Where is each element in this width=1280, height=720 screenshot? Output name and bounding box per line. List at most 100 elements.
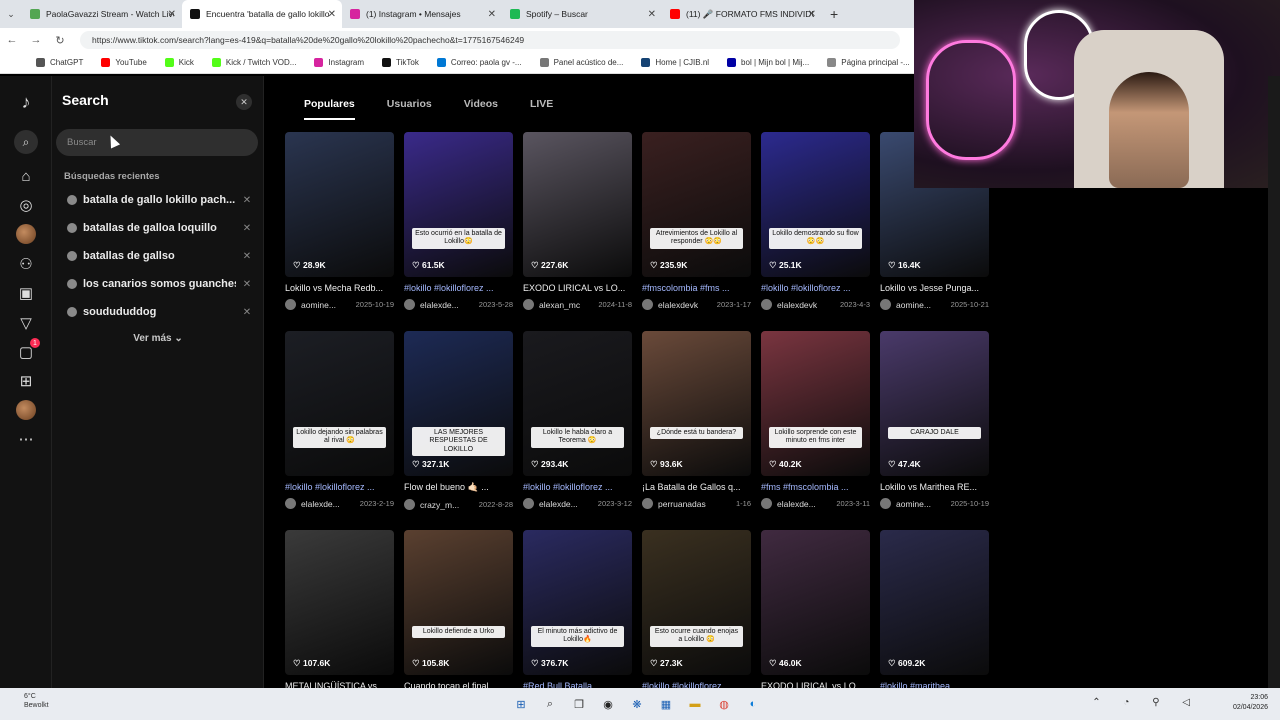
- bookmark-item[interactable]: ChatGPT: [36, 58, 83, 67]
- url-field[interactable]: https://www.tiktok.com/search?lang=es-41…: [80, 31, 900, 49]
- author-avatar[interactable]: [761, 299, 772, 310]
- search-input[interactable]: [56, 129, 258, 156]
- author-avatar[interactable]: [285, 299, 296, 310]
- video-card[interactable]: ♡ 609.2K #lokillo #marithea...: [880, 530, 989, 691]
- author-avatar[interactable]: [880, 299, 891, 310]
- author-name[interactable]: aomine...: [301, 300, 336, 310]
- video-thumbnail[interactable]: Esto ocurrió en la batalla de Lokillo😳 ♡ …: [404, 132, 513, 277]
- upload-icon[interactable]: ⊞: [16, 371, 36, 391]
- bookmark-item[interactable]: Kick / Twitch VOD...: [211, 58, 296, 67]
- system-tray[interactable]: ⌃ ◔ ⚲ ◁: [1092, 697, 1200, 708]
- tab-close-icon[interactable]: ✕: [488, 9, 496, 20]
- bookmark-item[interactable]: bol | Mijn bol | Mij...: [727, 58, 809, 67]
- bookmark-item[interactable]: Kick: [164, 58, 194, 67]
- recent-search-item[interactable]: los canarios somos guanches ✕: [52, 272, 264, 296]
- following-avatar-icon[interactable]: [16, 224, 36, 244]
- video-thumbnail[interactable]: ♡ 227.6K: [523, 132, 632, 277]
- author-avatar[interactable]: [523, 498, 534, 509]
- tab-close-icon[interactable]: ✕: [328, 9, 336, 20]
- page-scrollbar[interactable]: [1268, 76, 1280, 688]
- author-name[interactable]: elalexde...: [420, 300, 459, 310]
- author-avatar[interactable]: [285, 498, 296, 509]
- video-title[interactable]: Flow del bueno 🤙🏻 ...: [404, 482, 513, 493]
- back-icon[interactable]: ←: [0, 34, 24, 46]
- task-view-icon[interactable]: ❐: [570, 695, 588, 713]
- tab-close-icon[interactable]: ✕: [648, 9, 656, 20]
- bookmark-item[interactable]: Panel acústico de...: [539, 58, 623, 67]
- video-title[interactable]: Lokillo vs Marithea RE...: [880, 482, 989, 492]
- video-thumbnail[interactable]: Esto ocurre cuando enojas a Lokillo 😳 ♡ 2…: [642, 530, 751, 675]
- video-thumbnail[interactable]: ¿Dónde está tu bandera? ♡ 93.6K: [642, 331, 751, 476]
- author-avatar[interactable]: [761, 498, 772, 509]
- browser-tab[interactable]: Spotify – Buscar ✕: [502, 0, 662, 28]
- video-title[interactable]: #lokillo #lokilloflorez ...: [285, 482, 394, 492]
- video-thumbnail[interactable]: Lokillo le habla claro a Teorema 😳 ♡ 293.…: [523, 331, 632, 476]
- tab-close-icon[interactable]: ✕: [808, 9, 816, 20]
- author-avatar[interactable]: [523, 299, 534, 310]
- video-card[interactable]: Esto ocurrió en la batalla de Lokillo😳 ♡ …: [404, 132, 513, 310]
- tab-search-chevron-icon[interactable]: ⌄: [0, 9, 22, 20]
- video-thumbnail[interactable]: Lokillo defiende a Urko ♡ 105.8K: [404, 530, 513, 675]
- video-thumbnail[interactable]: ♡ 107.6K: [285, 530, 394, 675]
- video-thumbnail[interactable]: ♡ 46.0K: [761, 530, 870, 675]
- recent-search-item[interactable]: batalla de gallo lokillo pach... ✕: [52, 188, 264, 212]
- video-card[interactable]: LAS MEJORES RESPUESTAS DE LOKILLO ♡ 327.1…: [404, 331, 513, 510]
- video-title[interactable]: EXODO LIRICAL vs LO...: [523, 283, 632, 293]
- taskbar-clock[interactable]: 23:06 02/04/2026: [1233, 693, 1268, 713]
- browser-tab[interactable]: (11) 🎤 FORMATO FMS INDIVIDU ✕: [662, 0, 822, 28]
- tab-close-icon[interactable]: ✕: [168, 9, 176, 20]
- author-avatar[interactable]: [642, 299, 653, 310]
- remove-recent-icon[interactable]: ✕: [236, 307, 258, 318]
- profile-avatar-icon[interactable]: [16, 400, 36, 420]
- video-thumbnail[interactable]: ♡ 28.9K: [285, 132, 394, 277]
- explore-icon[interactable]: ◎: [16, 195, 36, 215]
- author-avatar[interactable]: [404, 299, 415, 310]
- browser-tab[interactable]: (1) Instagram • Mensajes ✕: [342, 0, 502, 28]
- start-icon[interactable]: ⊞: [512, 695, 530, 713]
- video-title[interactable]: #fmscolombia #fms ...: [642, 283, 751, 293]
- remove-recent-icon[interactable]: ✕: [236, 251, 258, 262]
- video-title[interactable]: Lokillo vs Jesse Punga...: [880, 283, 989, 293]
- home-icon[interactable]: ⌂: [16, 166, 36, 186]
- video-card[interactable]: ♡ 107.6K METALINGÜÍSTICA vs...: [285, 530, 394, 691]
- video-thumbnail[interactable]: ♡ 609.2K: [880, 530, 989, 675]
- weather-widget[interactable]: 6°C Bewolkt: [24, 692, 49, 710]
- bookmark-item[interactable]: YouTube: [101, 58, 147, 67]
- video-title[interactable]: ¡La Batalla de Gallos q...: [642, 482, 751, 492]
- author-name[interactable]: elalexdevk: [658, 300, 698, 310]
- search-icon[interactable]: ⌕: [14, 130, 38, 154]
- video-thumbnail[interactable]: El minuto más adictivo de Lokillo🔥 ♡ 376.…: [523, 530, 632, 675]
- video-thumbnail[interactable]: Lokillo dejando sin palabras al rival 😳: [285, 331, 394, 476]
- reload-icon[interactable]: ↻: [48, 34, 72, 47]
- tab-usuarios[interactable]: Usuarios: [387, 98, 432, 120]
- recent-search-item[interactable]: soudududdog ✕: [52, 300, 264, 324]
- video-thumbnail[interactable]: Lokillo demostrando su flow😳😳 ♡ 25.1K: [761, 132, 870, 277]
- store-icon[interactable]: ▦: [657, 695, 675, 713]
- see-more-button[interactable]: Ver más ⌄: [52, 333, 264, 344]
- video-card[interactable]: Lokillo dejando sin palabras al rival 😳 #…: [285, 331, 394, 509]
- bookmark-item[interactable]: TikTok: [382, 58, 419, 67]
- chrome-icon[interactable]: ◍: [715, 695, 733, 713]
- video-card[interactable]: Lokillo defiende a Urko ♡ 105.8K Cuando to…: [404, 530, 513, 691]
- live-icon[interactable]: ▣: [16, 283, 36, 303]
- video-title[interactable]: Lokillo vs Mecha Redb...: [285, 283, 394, 293]
- browser-tab[interactable]: PaolaGavazzi Stream - Watch Live ✕: [22, 0, 182, 28]
- video-card[interactable]: Atrevimientos de Lokillo al responder 😳😳…: [642, 132, 751, 310]
- author-avatar[interactable]: [642, 498, 653, 509]
- remove-recent-icon[interactable]: ✕: [236, 195, 258, 206]
- author-name[interactable]: elalexde...: [539, 499, 578, 509]
- author-name[interactable]: crazy_m...: [420, 500, 459, 510]
- bookmark-item[interactable]: Correo: paola gv -...: [436, 58, 522, 67]
- video-card[interactable]: ♡ 28.9K Lokillo vs Mecha Redb... aomine...…: [285, 132, 394, 310]
- video-card[interactable]: ♡ 46.0K EXODO LIRICAL vs LO...: [761, 530, 870, 691]
- author-avatar[interactable]: [880, 498, 891, 509]
- friends-icon[interactable]: ⚇: [16, 254, 36, 274]
- search-icon[interactable]: ⌕: [541, 695, 559, 713]
- video-card[interactable]: ♡ 227.6K EXODO LIRICAL vs LO... alexan_mc 2…: [523, 132, 632, 310]
- author-name[interactable]: alexan_mc: [539, 300, 580, 310]
- edge-icon[interactable]: ◐: [744, 695, 762, 713]
- tab-videos[interactable]: Videos: [464, 98, 498, 120]
- author-name[interactable]: elalexde...: [777, 499, 816, 509]
- tiktok-logo-icon[interactable]: ♪: [16, 92, 36, 112]
- video-card[interactable]: Lokillo le habla claro a Teorema 😳 ♡ 293.…: [523, 331, 632, 509]
